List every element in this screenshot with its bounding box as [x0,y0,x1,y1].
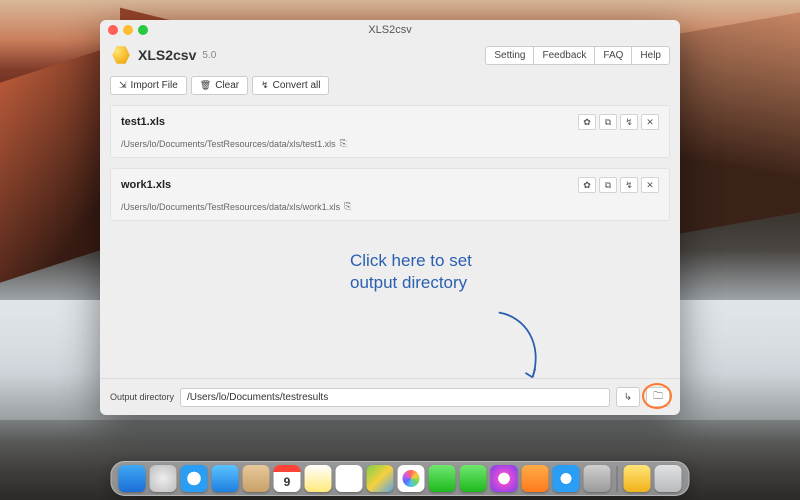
dock-ibooks-icon[interactable] [522,465,549,492]
dock-sysprefs-icon[interactable] [584,465,611,492]
file-remove-button[interactable]: ✕ [641,177,659,193]
file-action-group: ✿ ⧉ ↯ ✕ [578,177,659,193]
output-directory-bar: Output directory ↳ 🗀 [100,378,680,415]
convert-all-label: Convert all [273,80,321,91]
file-list: test1.xls ✿ ⧉ ↯ ✕ /Users/lo/Documents/Te… [100,99,680,378]
window-titlebar[interactable]: XLS2csv [100,20,680,40]
convert-all-icon: ↯ [261,80,269,91]
file-path: /Users/lo/Documents/TestResources/data/x… [121,202,340,212]
dock-mail-icon[interactable] [212,465,239,492]
dock-xls2csv-icon[interactable] [624,465,651,492]
app-header: XLS2csv 5.0 Setting Feedback FAQ Help [100,40,680,72]
header-button-group: Setting Feedback FAQ Help [486,46,670,65]
dock-notes-icon[interactable] [305,465,332,492]
annotation-line1: Click here to set [350,250,472,272]
dock-photos-icon[interactable] [398,465,425,492]
file-card: test1.xls ✿ ⧉ ↯ ✕ /Users/lo/Documents/Te… [110,105,670,158]
copy-path-icon[interactable]: ⎘ [340,138,347,149]
folder-open-icon: 🗀 [653,389,663,406]
dock [111,461,690,496]
dock-trash-icon[interactable] [655,465,682,492]
dock-appstore-icon[interactable] [553,465,580,492]
toolbar: ⇲ Import File 🗑 Clear ↯ Convert all [100,72,680,99]
import-icon: ⇲ [119,80,127,91]
annotation-callout: Click here to set output directory [350,250,472,294]
import-file-button[interactable]: ⇲ Import File [110,76,187,95]
dock-reminders-icon[interactable] [336,465,363,492]
output-directory-label: Output directory [110,392,174,402]
copy-path-icon[interactable]: ⎘ [344,201,351,212]
file-settings-button[interactable]: ✿ [578,177,596,193]
dock-separator [617,466,618,492]
xls2csv-app-icon [110,44,132,66]
dock-launchpad-icon[interactable] [150,465,177,492]
faq-button[interactable]: FAQ [594,46,632,65]
file-name: work1.xls [121,179,578,191]
dock-contacts-icon[interactable] [243,465,270,492]
app-name: XLS2csv [138,47,196,63]
convert-all-button[interactable]: ↯ Convert all [252,76,329,95]
file-action-group: ✿ ⧉ ↯ ✕ [578,114,659,130]
help-button[interactable]: Help [631,46,670,65]
dock-maps-icon[interactable] [367,465,394,492]
clear-label: Clear [215,80,239,91]
window-title: XLS2csv [100,24,680,36]
file-open-button[interactable]: ⧉ [599,114,617,130]
annotation-line2: output directory [350,272,472,294]
dock-messages-icon[interactable] [429,465,456,492]
clear-button[interactable]: 🗑 Clear [191,76,248,95]
trash-icon: 🗑 [200,80,211,91]
file-path: /Users/lo/Documents/TestResources/data/x… [121,139,336,149]
file-name: test1.xls [121,116,578,128]
reveal-output-button[interactable]: ↳ [616,387,640,407]
dock-safari-icon[interactable] [181,465,208,492]
dock-itunes-icon[interactable] [491,465,518,492]
file-open-button[interactable]: ⧉ [599,177,617,193]
app-version: 5.0 [202,50,216,61]
dock-calendar-icon[interactable] [274,465,301,492]
dock-finder-icon[interactable] [119,465,146,492]
setting-button[interactable]: Setting [485,46,534,65]
file-settings-button[interactable]: ✿ [578,114,596,130]
dock-facetime-icon[interactable] [460,465,487,492]
output-directory-input[interactable] [180,388,610,407]
file-convert-button[interactable]: ↯ [620,177,638,193]
import-label: Import File [131,80,178,91]
file-remove-button[interactable]: ✕ [641,114,659,130]
file-card: work1.xls ✿ ⧉ ↯ ✕ /Users/lo/Documents/Te… [110,168,670,221]
browse-output-button[interactable]: 🗀 [646,387,670,407]
app-window: XLS2csv XLS2csv 5.0 Setting Feedback FAQ… [100,20,680,415]
feedback-button[interactable]: Feedback [533,46,595,65]
file-convert-button[interactable]: ↯ [620,114,638,130]
